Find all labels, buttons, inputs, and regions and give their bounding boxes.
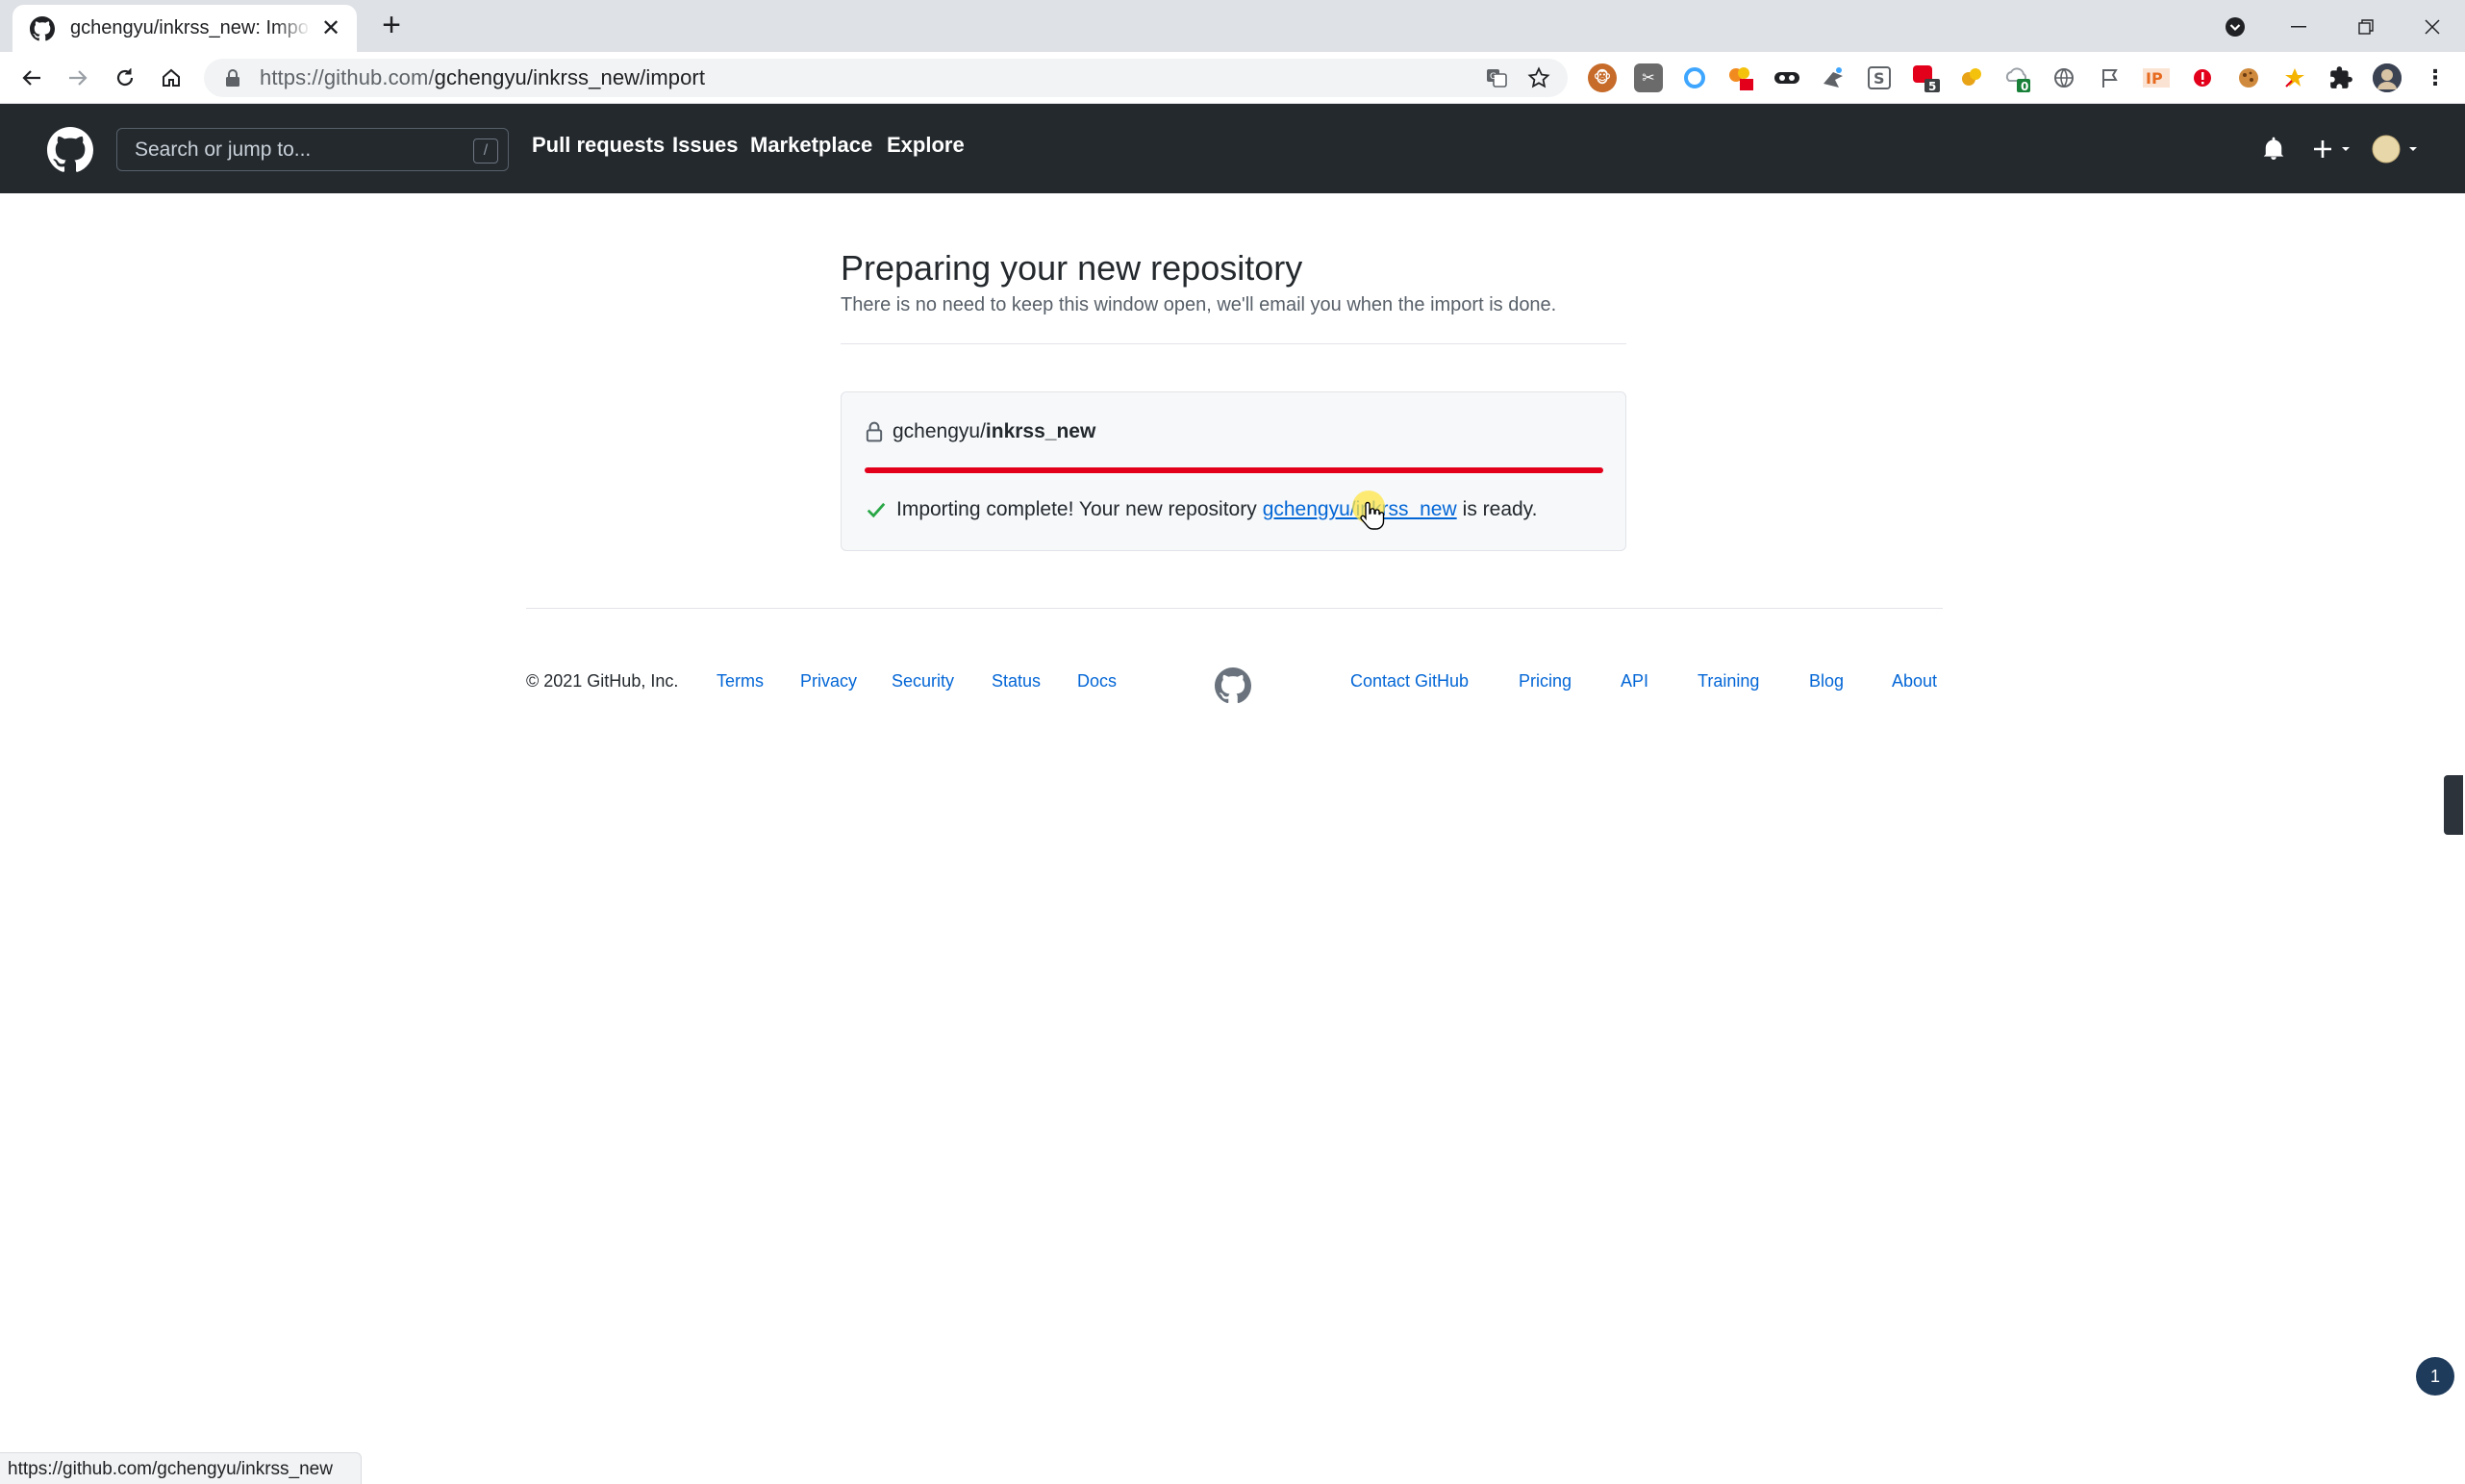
extension-star-icon[interactable] [2280, 63, 2309, 92]
footer-link-contact[interactable]: Contact GitHub [1350, 671, 1469, 692]
import-status-box: gchengyu/inkrss_new Importing complete! … [841, 391, 1626, 551]
browser-tab-bar: gchengyu/inkrss_new: Importi ✕ + [0, 0, 2465, 52]
extension-flag-icon[interactable] [2096, 63, 2125, 92]
page-subtitle: There is no need to keep this window ope… [841, 294, 1557, 315]
footer-copyright: © 2021 GitHub, Inc. [526, 671, 679, 691]
import-progress-bar [865, 467, 1603, 473]
extension-ring-icon[interactable] [1680, 63, 1709, 92]
github-header: Search or jump to... / Pull requests Iss… [0, 104, 2465, 193]
footer-link-status[interactable]: Status [992, 671, 1041, 692]
extension-s-icon[interactable]: S [1865, 63, 1894, 92]
github-footer-logo-icon[interactable] [1215, 667, 1251, 704]
notifications-bell-icon[interactable] [2261, 136, 2286, 163]
footer-link-privacy[interactable]: Privacy [800, 671, 857, 692]
address-bar[interactable]: https://github.com/gchengyu/inkrss_new/i… [204, 59, 1568, 97]
side-panel-handle[interactable] [2444, 775, 2463, 835]
extension-badge-count: 0 [2021, 80, 2028, 92]
divider [841, 343, 1626, 344]
footer-link-terms[interactable]: Terms [717, 671, 764, 692]
user-avatar-menu[interactable] [2372, 134, 2422, 164]
extension-monkey-icon[interactable]: 🐵 [1588, 63, 1617, 92]
extension-mask-icon[interactable] [1773, 63, 1801, 92]
footer-divider [526, 608, 1943, 609]
svg-text:S: S [1874, 69, 1885, 88]
extensions-puzzle-icon[interactable] [2327, 63, 2355, 92]
footer-link-security[interactable]: Security [892, 671, 954, 692]
repo-name: inkrss_new [985, 420, 1096, 442]
extension-ip-icon[interactable]: IP [2142, 63, 2171, 92]
back-icon[interactable] [15, 62, 48, 94]
extension-globe-icon[interactable] [2050, 63, 2078, 92]
reload-icon[interactable] [109, 62, 141, 94]
footer-link-training[interactable]: Training [1698, 671, 1759, 692]
extension-coin-icon[interactable] [1957, 63, 1986, 92]
import-main: Preparing your new repository There is n… [841, 246, 1626, 551]
status-suffix: is ready. [1462, 498, 1538, 520]
page-title: Preparing your new repository [841, 248, 1303, 288]
footer-link-about[interactable]: About [1892, 671, 1937, 692]
notification-count-badge[interactable]: 1 [2416, 1357, 2454, 1396]
url-text: https://github.com/gchengyu/inkrss_new/i… [260, 65, 705, 90]
nav-pull-requests[interactable]: Pull requests [532, 133, 665, 158]
tab-title: gchengyu/inkrss_new: Importi [70, 17, 311, 38]
footer-link-docs[interactable]: Docs [1077, 671, 1117, 692]
minimize-icon[interactable] [2279, 8, 2318, 46]
hand-cursor-icon [1360, 501, 1385, 530]
new-tab-button[interactable]: + [377, 9, 406, 41]
home-icon[interactable] [155, 62, 188, 94]
nav-marketplace[interactable]: Marketplace [750, 133, 872, 158]
extension-badge-count: 5 [1928, 80, 1936, 92]
secure-lock-icon [226, 69, 239, 87]
translate-icon[interactable]: G [1483, 64, 1510, 91]
search-input[interactable]: Search or jump to... / [116, 128, 509, 171]
extension-cloud-icon[interactable]: 0 [2003, 63, 2032, 92]
search-placeholder: Search or jump to... [135, 138, 312, 161]
nav-issues[interactable]: Issues [672, 133, 739, 158]
svg-text:IP: IP [2146, 69, 2163, 88]
check-icon [867, 502, 886, 518]
footer-link-pricing[interactable]: Pricing [1519, 671, 1572, 692]
footer-link-api[interactable]: API [1621, 671, 1648, 692]
chrome-menu-icon[interactable]: ⋮ [2421, 63, 2450, 92]
extension-red-badge-icon[interactable]: 5 [1911, 63, 1940, 92]
github-logo-icon[interactable] [47, 127, 93, 173]
url-host: https://github.com/ [260, 65, 435, 89]
repo-name-row: gchengyu/inkrss_new [866, 420, 1095, 443]
url-path: gchengyu/inkrss_new/import [434, 65, 706, 89]
status-prefix: Importing complete! Your new repository [896, 498, 1257, 520]
search-shortcut-key: / [473, 138, 498, 163]
close-window-icon[interactable] [2413, 8, 2452, 46]
import-progress-fill [865, 467, 1603, 473]
link-status-bar: https://github.com/gchengyu/inkrss_new [0, 1452, 362, 1484]
restore-icon[interactable] [2347, 8, 2385, 46]
repo-owner: gchengyu/ [893, 420, 986, 442]
footer-link-blog[interactable]: Blog [1809, 671, 1844, 692]
bookmark-star-icon[interactable] [1525, 64, 1552, 91]
extension-bird-icon[interactable] [1819, 63, 1848, 92]
nav-explore[interactable]: Explore [887, 133, 965, 158]
tab-search-icon[interactable] [2216, 8, 2254, 46]
import-status-row: Importing complete! Your new repository … [866, 498, 1537, 521]
extension-tool-icon[interactable]: ✂ [1634, 63, 1663, 92]
extension-cookie-icon[interactable] [2234, 63, 2263, 92]
extension-alert-icon[interactable] [2188, 63, 2217, 92]
extension-colors-icon[interactable] [1726, 63, 1755, 92]
tab-close-icon[interactable]: ✕ [320, 15, 341, 41]
forward-icon[interactable] [62, 62, 94, 94]
svg-text:G: G [1490, 72, 1497, 82]
github-favicon-icon [30, 15, 55, 40]
create-new-plus-icon[interactable] [2312, 137, 2356, 162]
browser-tab[interactable]: gchengyu/inkrss_new: Importi ✕ [13, 5, 357, 52]
profile-avatar-icon[interactable] [2373, 63, 2402, 92]
private-lock-icon [866, 421, 883, 442]
